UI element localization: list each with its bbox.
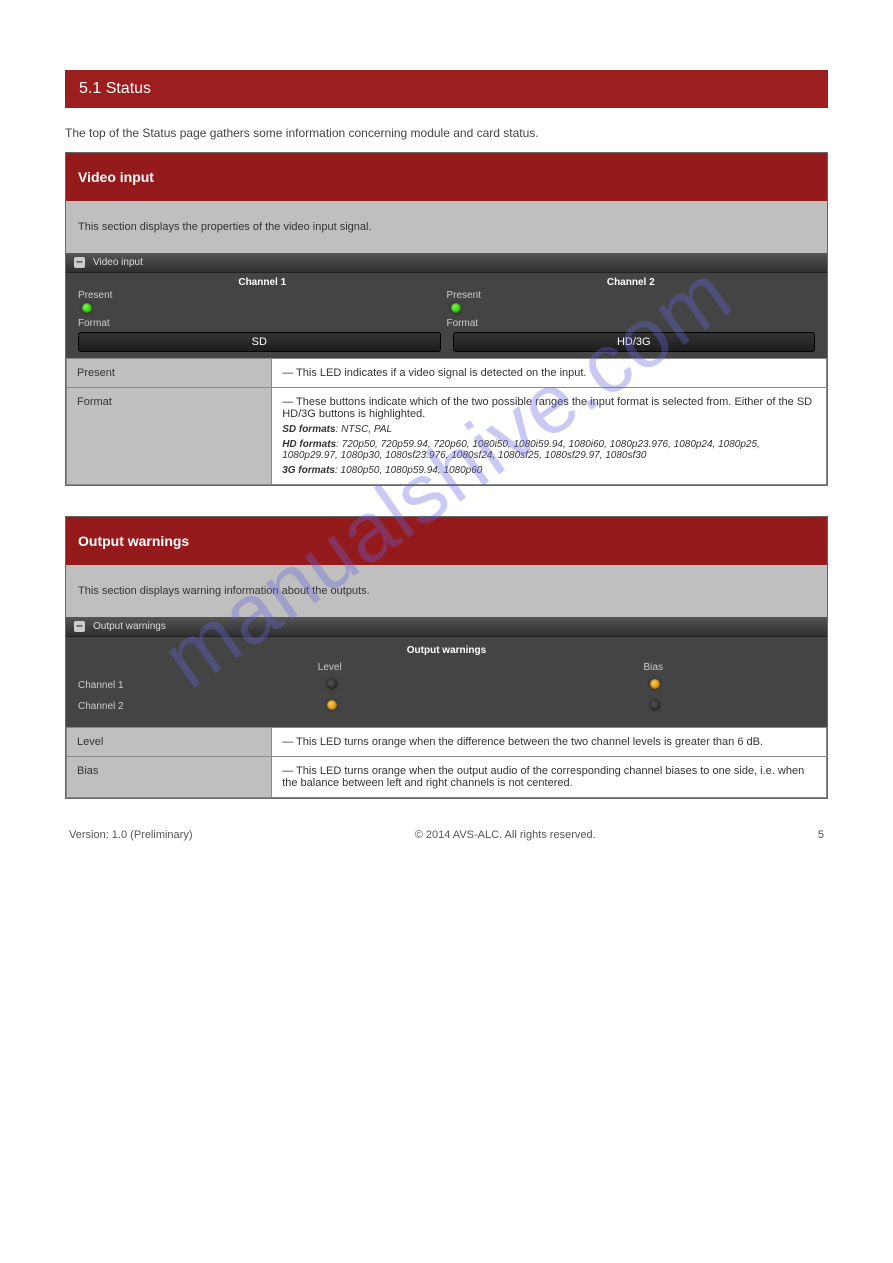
table-row: Bias — This LED turns orange when the ou… bbox=[67, 757, 827, 798]
video-spec-table: Present — This LED indicates if a video … bbox=[66, 358, 827, 485]
output-spec-table: Level — This LED turns orange when the d… bbox=[66, 727, 827, 798]
output-warnings-panel: Output warnings This section displays wa… bbox=[65, 516, 828, 799]
video-panel-desc: This section displays the properties of … bbox=[66, 201, 827, 253]
bias-header: Bias bbox=[492, 662, 816, 673]
table-row: Format — These buttons indicate which of… bbox=[67, 388, 827, 485]
output-ch1-label: Channel 1 bbox=[78, 680, 168, 691]
present-led-ch2 bbox=[451, 303, 461, 313]
footer-center: © 2014 AVS-ALC. All rights reserved. bbox=[415, 829, 596, 841]
present-key: Present bbox=[67, 359, 272, 388]
output-ui-block: – Output warnings Output warnings Level … bbox=[66, 617, 827, 727]
output-row-ch2: Channel 2 bbox=[78, 696, 815, 717]
collapse-icon[interactable]: – bbox=[74, 257, 85, 268]
output-ch2-label: Channel 2 bbox=[78, 701, 168, 712]
channel2-header: Channel 2 bbox=[447, 277, 816, 288]
collapse-icon[interactable]: – bbox=[74, 621, 85, 632]
intro-text: The top of the Status page gathers some … bbox=[65, 126, 828, 140]
output-ui-header[interactable]: – Output warnings bbox=[66, 617, 827, 637]
level-led-ch2 bbox=[327, 700, 337, 710]
present-val: — This LED indicates if a video signal i… bbox=[272, 359, 827, 388]
output-panel-desc: This section displays warning informatio… bbox=[66, 565, 827, 617]
present-label-2: Present bbox=[447, 290, 816, 301]
video-ui-block: – Video input Channel 1 Channel 2 Presen… bbox=[66, 253, 827, 358]
channel1-header: Channel 1 bbox=[78, 277, 447, 288]
present-led-ch1 bbox=[82, 303, 92, 313]
level-key: Level bbox=[67, 728, 272, 757]
video-panel-header: Video input bbox=[66, 153, 827, 201]
bias-key: Bias bbox=[67, 757, 272, 798]
format-sd-button[interactable]: SD bbox=[78, 332, 441, 352]
page-title: 5.1 Status bbox=[65, 70, 828, 108]
level-led-ch1 bbox=[327, 679, 337, 689]
level-val: — This LED turns orange when the differe… bbox=[272, 728, 827, 757]
video-ui-header[interactable]: – Video input bbox=[66, 253, 827, 273]
table-row: Level — This LED turns orange when the d… bbox=[67, 728, 827, 757]
format-key: Format bbox=[67, 388, 272, 485]
present-label-1: Present bbox=[78, 290, 447, 301]
output-panel-header: Output warnings bbox=[66, 517, 827, 565]
footer-left: Version: 1.0 (Preliminary) bbox=[69, 829, 193, 841]
page-footer: Version: 1.0 (Preliminary) © 2014 AVS-AL… bbox=[65, 829, 828, 841]
bias-led-ch1 bbox=[650, 679, 660, 689]
bias-led-ch2 bbox=[650, 700, 660, 710]
output-row-ch1: Channel 1 bbox=[78, 675, 815, 696]
format-label-2: Format bbox=[447, 318, 816, 329]
video-input-panel: Video input This section displays the pr… bbox=[65, 152, 828, 486]
format-label-1: Format bbox=[78, 318, 447, 329]
bias-val: — This LED turns orange when the output … bbox=[272, 757, 827, 798]
format-hd-button[interactable]: HD/3G bbox=[453, 332, 816, 352]
video-ui-label: Video input bbox=[93, 257, 143, 268]
level-header: Level bbox=[168, 662, 492, 673]
format-val: — These buttons indicate which of the tw… bbox=[272, 388, 827, 485]
output-ui-label: Output warnings bbox=[93, 621, 166, 632]
footer-right: 5 bbox=[818, 829, 824, 841]
output-center-title: Output warnings bbox=[78, 643, 815, 660]
table-row: Present — This LED indicates if a video … bbox=[67, 359, 827, 388]
